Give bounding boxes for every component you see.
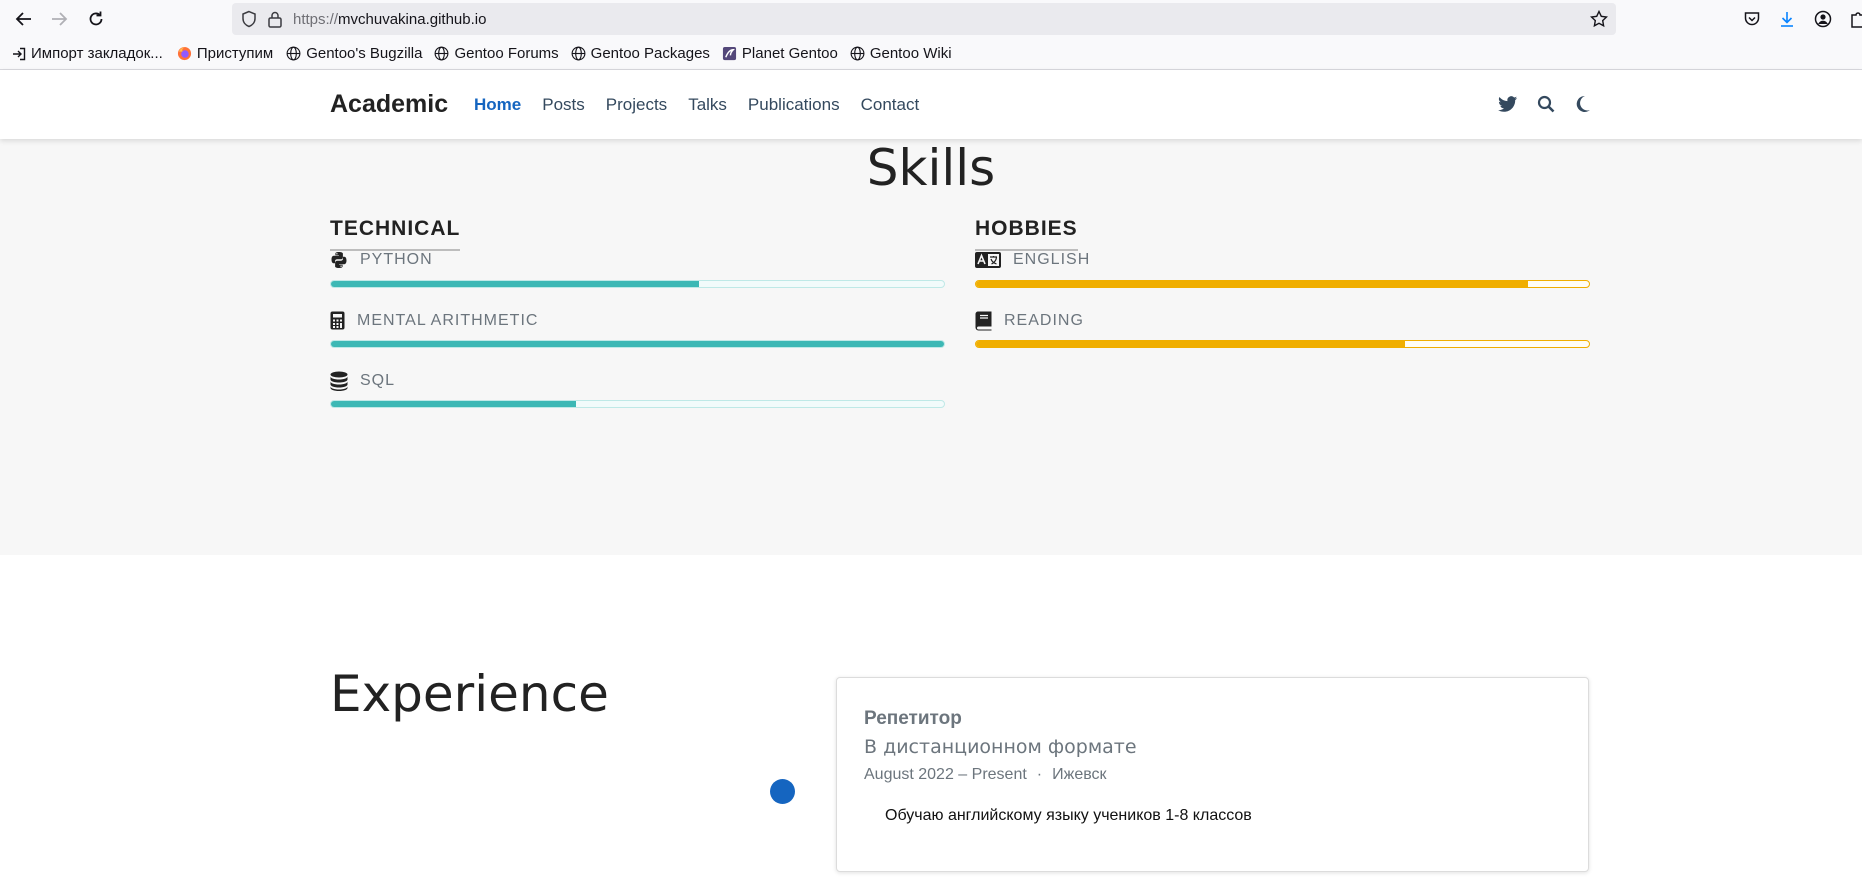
main-menu: Home Posts Projects Talks Publications C… (474, 95, 940, 115)
experience-organization: В дистанционном формате (864, 736, 1137, 758)
url-bar[interactable]: https://mvchuvakina.github.io (232, 3, 1616, 35)
hobbies-column: HOBBIES ENGLISH READING (975, 217, 1590, 371)
import-icon (13, 47, 26, 60)
skill-bar-reading (975, 340, 1590, 348)
reload-icon[interactable] (84, 7, 108, 31)
skill-reading: READING (975, 311, 1590, 371)
nav-contact[interactable]: Contact (861, 95, 920, 115)
bookmark-gentoo-bugzilla[interactable]: Gentoo's Bugzilla (286, 45, 422, 62)
skill-label: ENGLISH (1013, 251, 1091, 268)
skill-bar-fill (331, 281, 699, 287)
meta-separator: · (1036, 766, 1043, 783)
nav-projects[interactable]: Projects (606, 95, 667, 115)
globe-icon (571, 46, 586, 61)
skill-bar-english (975, 280, 1590, 288)
bookmark-gentoo-packages[interactable]: Gentoo Packages (571, 45, 710, 62)
bookmark-gentoo-wiki[interactable]: Gentoo Wiki (850, 45, 952, 62)
database-icon (330, 371, 348, 391)
skill-label: SQL (360, 372, 396, 389)
technical-heading: TECHNICAL (330, 217, 461, 251)
skill-label: PYTHON (360, 251, 433, 268)
skill-python: PYTHON (330, 251, 945, 311)
experience-meta: August 2022 – Present · Ижевск (864, 766, 1107, 784)
forward-icon[interactable] (47, 7, 71, 31)
skill-mental-arithmetic: MENTAL ARITHMETIC (330, 311, 945, 371)
bookmarks-bar: Импорт закладок... Приступим Gentoo's Bu… (0, 38, 1862, 70)
planet-gentoo-icon (722, 46, 736, 61)
experience-description: Обучаю английскому языку учеников 1-8 кл… (885, 807, 1252, 824)
skill-bar-fill (331, 401, 577, 407)
search-icon[interactable] (1535, 93, 1557, 115)
calculator-icon (330, 311, 345, 330)
skills-section: Skills TECHNICAL PYTHON MENTAL ARITHMETI… (0, 139, 1862, 555)
pocket-icon[interactable] (1740, 7, 1764, 31)
globe-icon (286, 46, 301, 61)
experience-dates: August 2022 – Present (864, 766, 1027, 783)
timeline-dot (770, 779, 795, 804)
site-navbar: Academic Home Posts Projects Talks Publi… (0, 70, 1862, 139)
bookmark-star-icon[interactable] (1589, 9, 1609, 33)
experience-title: Experience (330, 665, 609, 723)
nav-posts[interactable]: Posts (542, 95, 585, 115)
skill-bar-fill (976, 281, 1528, 287)
lock-icon[interactable] (267, 10, 283, 33)
skill-label: READING (1004, 312, 1084, 329)
twitter-icon[interactable] (1497, 93, 1519, 115)
language-icon (975, 252, 1001, 268)
skill-bar-sql (330, 400, 945, 408)
nav-talks[interactable]: Talks (688, 95, 727, 115)
bookmark-planet-gentoo[interactable]: Planet Gentoo (722, 45, 838, 62)
nav-home[interactable]: Home (474, 95, 521, 115)
extensions-icon[interactable] (1846, 7, 1862, 31)
experience-location: Ижевск (1052, 766, 1107, 783)
nav-publications[interactable]: Publications (748, 95, 840, 115)
skills-title: Skills (866, 139, 996, 197)
globe-icon (850, 46, 865, 61)
skill-bar-fill (331, 341, 944, 347)
book-icon (975, 311, 992, 331)
experience-role: Репетитор (864, 708, 962, 729)
bookmark-getting-started[interactable]: Приступим (177, 45, 273, 62)
skill-bar-fill (976, 341, 1406, 347)
experience-card: Репетитор В дистанционном формате August… (836, 677, 1589, 872)
skill-bar-mental-arithmetic (330, 340, 945, 348)
shield-icon[interactable] (240, 10, 258, 33)
bookmark-gentoo-forums[interactable]: Gentoo Forums (434, 45, 559, 62)
url-text[interactable]: https://mvchuvakina.github.io (293, 11, 486, 28)
browser-toolbar: https://mvchuvakina.github.io (0, 0, 1862, 38)
account-icon[interactable] (1811, 7, 1835, 31)
skill-label: MENTAL ARITHMETIC (357, 311, 539, 329)
skill-english: ENGLISH (975, 251, 1590, 311)
firefox-icon (177, 46, 191, 61)
globe-icon (435, 46, 449, 61)
hobbies-heading: HOBBIES (975, 217, 1078, 251)
skill-bar-python (330, 280, 945, 288)
bookmark-import[interactable]: Импорт закладок... (12, 45, 163, 62)
skill-sql: SQL (330, 371, 945, 431)
technical-column: TECHNICAL PYTHON MENTAL ARITHMETIC SQL (330, 217, 945, 431)
download-icon[interactable] (1775, 7, 1799, 31)
python-icon (330, 251, 348, 269)
back-icon[interactable] (12, 7, 36, 31)
site-brand[interactable]: Academic (330, 90, 448, 119)
dark-mode-moon-icon[interactable] (1572, 93, 1594, 115)
